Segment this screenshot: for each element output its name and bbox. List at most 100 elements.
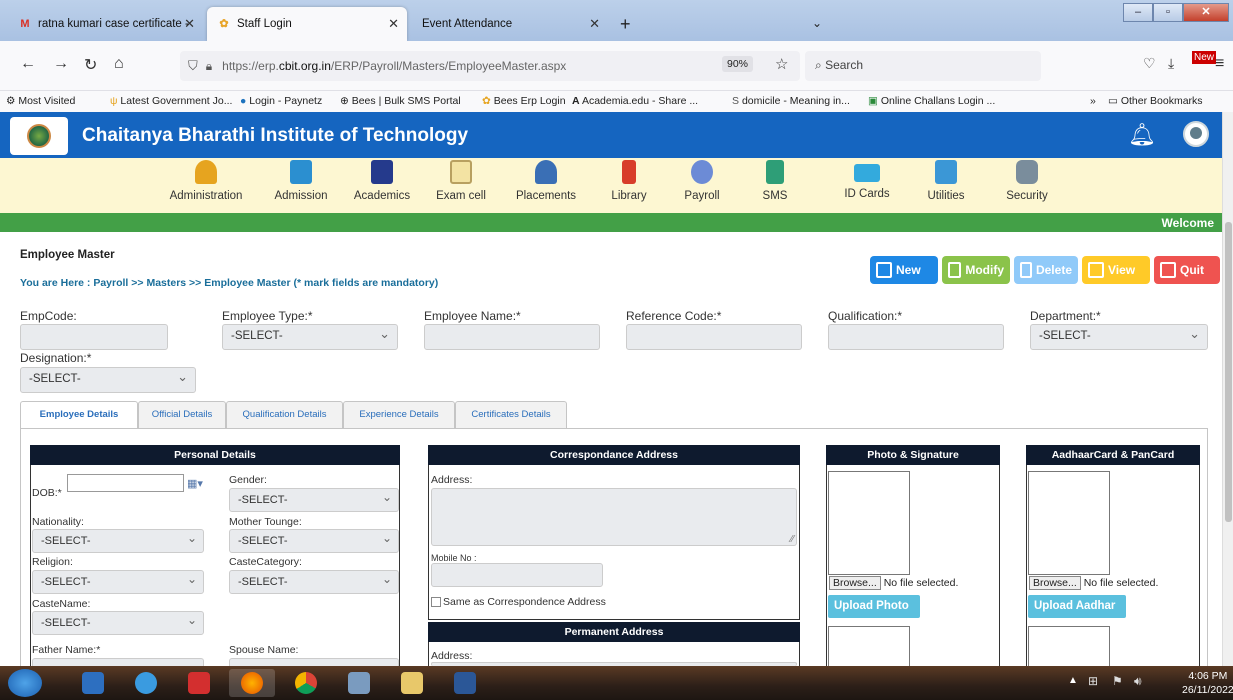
menu-item-administration[interactable]: Administration [162,160,250,202]
pocket-icon[interactable]: ♡ [1143,55,1156,72]
upload-aadhar-button[interactable]: Upload Aadhar [1028,595,1126,618]
menu-item-security[interactable]: Security [1000,160,1054,202]
taskbar-clock[interactable]: 4:06 PM 26/11/2022 [1182,669,1233,697]
bookmark-paynetz[interactable]: ● Login - Paynetz [240,95,322,107]
close-tab-icon[interactable]: ✕ [388,16,399,32]
bookmark-online-challans[interactable]: ▣ Online Challans Login ... [868,95,995,107]
bookmark-most-visited[interactable]: ⚙ Most Visited [6,95,75,107]
menu-icon[interactable]: ≡ [1215,55,1224,73]
nationality-select[interactable]: -SELECT- [32,529,204,553]
tray-chevron-up-icon[interactable]: ▲ [1068,675,1078,686]
menu-item-sms[interactable]: SMS [755,160,795,202]
menu-item-utilities[interactable]: Utilities [919,160,973,202]
quit-button[interactable]: Quit [1154,256,1220,284]
menu-item-exam-cell[interactable]: Exam cell [428,160,494,202]
scrollbar-thumb[interactable] [1225,222,1232,522]
employee-type-select[interactable]: -SELECT- [222,324,398,350]
url-bar[interactable]: ⛉ 🔒︎ https://erp.cbit.org.in/ERP/Payroll… [180,51,800,81]
volume-icon[interactable]: 🔊︎ [1134,674,1142,689]
browse-button[interactable]: Browse... [829,576,881,590]
download-icon[interactable]: ⤓ [1168,55,1174,72]
aadhaar-file-input[interactable]: Browse... No file selected. [1029,576,1158,590]
mobile-field[interactable] [431,563,603,587]
avatar[interactable] [1183,121,1209,147]
reload-icon[interactable]: ↻ [84,55,97,75]
bookmark-bees-sms[interactable]: ⊕ Bees | Bulk SMS Portal [340,95,461,107]
department-select[interactable]: -SELECT- [1030,324,1208,350]
caste-category-select[interactable]: -SELECT- [229,570,399,594]
mother-tongue-select[interactable]: -SELECT- [229,529,399,553]
taskbar-file-explorer[interactable] [389,669,435,697]
more-bookmarks-icon[interactable]: » [1090,95,1096,107]
calendar-icon[interactable]: ▦▾ [187,477,203,490]
bell-icon[interactable]: 🔔︎ [1128,122,1156,148]
menu-item-payroll[interactable]: Payroll [672,160,732,202]
caste-name-select[interactable]: -SELECT- [32,611,204,635]
designation-select[interactable]: -SELECT- [20,367,196,393]
father-name-field[interactable] [32,658,204,666]
menu-item-academics[interactable]: Academics [349,160,415,202]
close-window-button[interactable]: ✕ [1183,3,1229,22]
tab-event-attendance[interactable]: Event Attendance ✕ [412,7,608,41]
menu-item-library[interactable]: Library [604,160,654,202]
reference-code-field[interactable] [626,324,802,350]
taskbar-media-player[interactable] [70,669,116,697]
close-tab-icon[interactable]: ✕ [184,16,195,32]
chevron-down-icon[interactable]: ⌄ [812,16,822,30]
new-tab-icon[interactable]: + [620,14,631,35]
start-button[interactable] [8,669,42,697]
bookmark-bees-erp[interactable]: ✿ Bees Erp Login [482,95,566,107]
extension-icon[interactable]: New [1192,51,1217,64]
home-icon[interactable]: ⌂ [114,55,124,73]
taskbar-firefox[interactable] [229,669,275,697]
delete-button[interactable]: Delete [1014,256,1078,284]
back-icon[interactable]: ← [20,55,36,73]
photo-file-input[interactable]: Browse... No file selected. [829,576,958,590]
taskbar-internet-explorer[interactable] [123,669,169,697]
search-input[interactable]: ⌕ Search [805,51,1041,81]
menu-item-placements[interactable]: Placements [511,160,581,202]
upload-photo-button[interactable]: Upload Photo [828,595,920,618]
spouse-name-field[interactable] [229,658,399,666]
modify-button[interactable]: Modify [942,256,1010,284]
gender-select[interactable]: -SELECT- [229,488,399,512]
tab-experience-details[interactable]: Experience Details [343,401,455,428]
religion-select[interactable]: -SELECT- [32,570,204,594]
page-scrollbar[interactable] [1222,112,1233,666]
network-icon[interactable]: ⊞ [1088,674,1098,688]
taskbar-chrome[interactable] [283,669,329,697]
menu-item-admission[interactable]: Admission [268,160,334,202]
forward-icon[interactable]: → [53,55,69,73]
taskbar-acrobat[interactable] [176,669,222,697]
resize-handle-icon[interactable]: ⁄⁄ [791,534,794,545]
tab-employee-details[interactable]: Employee Details [20,401,138,429]
bookmark-star-icon[interactable]: ☆ [775,55,788,73]
employee-name-field[interactable] [424,324,600,350]
same-as-checkbox[interactable] [431,597,441,607]
dob-input[interactable] [67,474,184,492]
minimize-button[interactable]: – [1123,3,1153,22]
flag-icon[interactable]: ⚑ [1112,674,1123,688]
qualification-field[interactable] [828,324,1004,350]
tab-staff-login[interactable]: ✿ Staff Login ✕ [207,7,407,41]
tab-certificates-details[interactable]: Certificates Details [455,401,567,428]
tab-gmail[interactable]: M ratna kumari case certificate - a ✕ [8,7,203,41]
zoom-level[interactable]: 90% [722,56,754,72]
bookmark-academia[interactable]: A Academia.edu - Share ... [572,95,698,107]
taskbar-word[interactable] [442,669,488,697]
correspondence-address-textarea[interactable]: ⁄⁄ [431,488,797,546]
empcode-field[interactable] [20,324,168,350]
taskbar-calculator[interactable] [336,669,382,697]
bookmark-domicile[interactable]: S domicile - Meaning in... [732,95,850,107]
bookmark-other[interactable]: ▭ Other Bookmarks [1108,95,1203,107]
new-button[interactable]: New [870,256,938,284]
select-value: -SELECT- [238,494,288,506]
tab-qualification-details[interactable]: Qualification Details [226,401,343,428]
browse-button[interactable]: Browse... [1029,576,1081,590]
close-tab-icon[interactable]: ✕ [589,16,600,32]
maximize-button[interactable]: ▫ [1153,3,1183,22]
bookmark-gov-jobs[interactable]: ψ Latest Government Jo... [110,95,232,107]
view-button[interactable]: View [1082,256,1150,284]
menu-item-id-cards[interactable]: ID Cards [834,160,900,200]
tab-official-details[interactable]: Official Details [138,401,226,428]
